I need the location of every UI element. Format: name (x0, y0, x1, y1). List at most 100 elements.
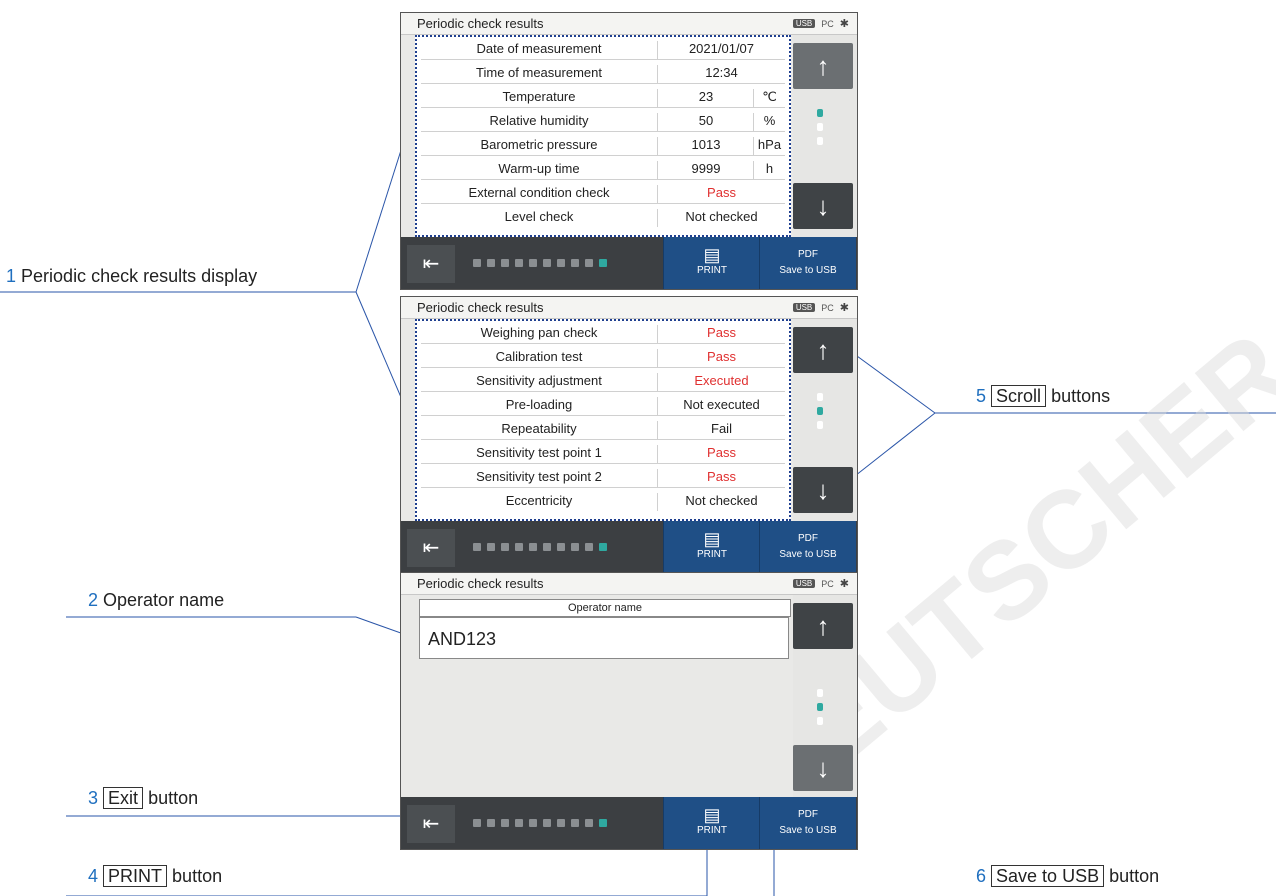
page-indicator (473, 543, 607, 551)
row-unit: ℃ (753, 89, 785, 107)
row-unit: % (753, 113, 785, 131)
pdf-icon: PDF (798, 809, 818, 820)
scroll-down-button[interactable]: ↓ (793, 183, 853, 229)
table-row: Relative humidity 50% (421, 111, 785, 132)
status-icons: USB PC ✱ (792, 301, 849, 314)
exit-icon: ⇤ (422, 813, 440, 835)
operator-name-value: AND123 (419, 617, 789, 659)
table-row: Eccentricity Not checked (421, 491, 785, 511)
print-icon: ▤ (703, 805, 721, 825)
status-icons: USB PC ✱ (792, 17, 849, 30)
results-table: Weighing pan check Pass Calibration test P… (415, 319, 791, 521)
row-value: Executed (657, 373, 785, 391)
status-icons: USB PC ✱ (792, 577, 849, 590)
row-unit: hPa (753, 137, 785, 155)
title-bar: Periodic check results USB PC ✱ (401, 13, 857, 35)
print-label: PRINT (697, 549, 727, 560)
row-label: Warm-up time (498, 161, 580, 176)
table-row: Level check Not checked (421, 207, 785, 227)
table-row: Date of measurement 2021/01/07 (421, 39, 785, 60)
row-value: Pass (657, 445, 785, 463)
save-label: Save to USB (779, 825, 837, 836)
table-row: Repeatability Fail (421, 419, 785, 440)
row-label: Weighing pan check (480, 325, 598, 340)
table-row: Sensitivity adjustment Executed (421, 371, 785, 392)
row-value: 50 (657, 113, 754, 131)
row-label: Repeatability (501, 421, 577, 436)
row-label: Time of measurement (476, 65, 602, 80)
exit-icon: ⇤ (422, 537, 440, 559)
table-row: Temperature 23 ℃ (421, 87, 785, 108)
row-value: Not executed (657, 397, 785, 415)
scroll-indicator (817, 683, 827, 731)
row-value: Pass (657, 185, 785, 203)
usb-icon: USB (792, 19, 816, 28)
bottom-bar: ⇤ ▤ PRINT PDF Save to USB (401, 797, 857, 849)
page-indicator (473, 819, 607, 827)
table-row: Pre-loading Not executed (421, 395, 785, 416)
exit-button[interactable]: ⇤ (407, 529, 455, 567)
panel-title: Periodic check results (417, 16, 544, 31)
exit-icon: ⇤ (422, 253, 440, 275)
row-label: Eccentricity (505, 493, 573, 508)
bluetooth-icon: ✱ (839, 302, 849, 314)
callout-number: 4 (88, 866, 99, 886)
print-label: PRINT (697, 265, 727, 276)
row-label: Relative humidity (489, 113, 589, 128)
table-row: Barometric pressure 1013 hPa (421, 135, 785, 156)
usb-icon: USB (792, 579, 816, 588)
callout-number: 1 (6, 266, 17, 286)
panel-title: Periodic check results (417, 576, 544, 591)
scroll-up-button[interactable]: ↑ (793, 43, 853, 89)
row-label: Temperature (502, 89, 576, 104)
row-value: 9999 (657, 161, 754, 179)
bottom-bar: ⇤ ▤ PRINT PDF Save to USB (401, 521, 857, 573)
print-button[interactable]: ▤ PRINT (663, 521, 760, 573)
scroll-down-button[interactable]: ↓ (793, 745, 853, 791)
operator-panel: Periodic check results USB PC ✱ Operator… (400, 572, 858, 850)
callout-number: 5 (976, 386, 987, 406)
save-to-usb-button[interactable]: PDF Save to USB (759, 797, 856, 849)
pc-icon: PC (821, 18, 834, 29)
exit-button[interactable]: ⇤ (407, 805, 455, 843)
row-value: 2021/01/07 (657, 41, 785, 59)
callout-1: 1 Periodic check results display (6, 266, 257, 287)
print-icon: ▤ (703, 245, 721, 265)
table-row: External condition check Pass (421, 183, 785, 204)
callout-text: button (172, 866, 223, 886)
table-row: Calibration test Pass (421, 347, 785, 368)
scroll-down-button[interactable]: ↓ (793, 467, 853, 513)
print-button[interactable]: ▤ PRINT (663, 797, 760, 849)
print-button[interactable]: ▤ PRINT (663, 237, 760, 289)
row-label: Calibration test (495, 349, 583, 364)
save-label: Save to USB (779, 265, 837, 276)
row-unit: h (753, 161, 785, 179)
bottom-bar: ⇤ ▤ PRINT PDF Save to USB (401, 237, 857, 289)
row-label: Barometric pressure (480, 137, 598, 152)
callout-text: Periodic check results display (21, 266, 258, 286)
row-value: Pass (657, 469, 785, 487)
results-panel-1: Periodic check results USB PC ✱ Date of … (400, 12, 858, 290)
save-to-usb-button[interactable]: PDF Save to USB (759, 521, 856, 573)
callout-number: 2 (88, 590, 99, 610)
callout-boxed-label: Scroll (991, 385, 1047, 407)
print-label: PRINT (697, 825, 727, 836)
save-label: Save to USB (779, 549, 837, 560)
row-value: Not checked (657, 493, 785, 511)
scroll-column: ↑ ↓ (793, 595, 857, 797)
title-bar: Periodic check results USB PC ✱ (401, 573, 857, 595)
callout-5: 5 Scroll buttons (976, 385, 1110, 407)
scroll-up-button[interactable]: ↑ (793, 603, 853, 649)
exit-button[interactable]: ⇤ (407, 245, 455, 283)
scroll-up-button[interactable]: ↑ (793, 327, 853, 373)
row-value: Pass (657, 325, 785, 343)
pc-icon: PC (821, 302, 834, 313)
usb-icon: USB (792, 303, 816, 312)
table-row: Warm-up time 9999 h (421, 159, 785, 180)
pdf-icon: PDF (798, 533, 818, 544)
row-label: Sensitivity adjustment (476, 373, 602, 388)
row-value: 12:34 (657, 65, 785, 83)
table-row: Weighing pan check Pass (421, 323, 785, 344)
save-to-usb-button[interactable]: PDF Save to USB (759, 237, 856, 289)
results-panel-2: Periodic check results USB PC ✱ Weighing… (400, 296, 858, 574)
